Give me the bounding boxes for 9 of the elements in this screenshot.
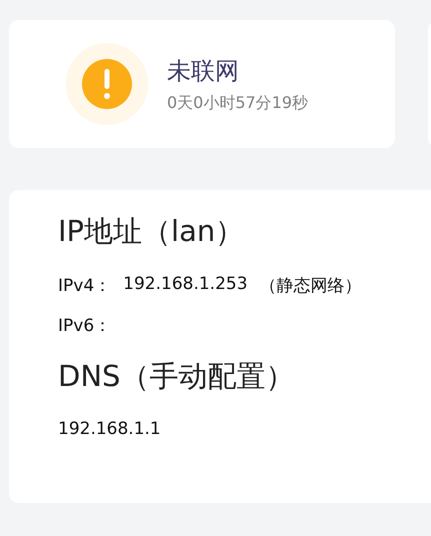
uptime-text: 0天0小时57分19秒 [167,92,308,114]
status-title: 未联网 [167,56,240,86]
address-label: IPv4： [58,275,112,297]
address-label: IPv6： [58,315,112,337]
dns-server: 192.168.1.1 [58,419,161,439]
address-note: （静态网络） [260,275,362,297]
section-heading: IP地址（lan） [58,213,244,250]
section-heading: DNS（手动配置） [58,359,294,393]
address-value: 192.168.1.253 [123,274,248,296]
